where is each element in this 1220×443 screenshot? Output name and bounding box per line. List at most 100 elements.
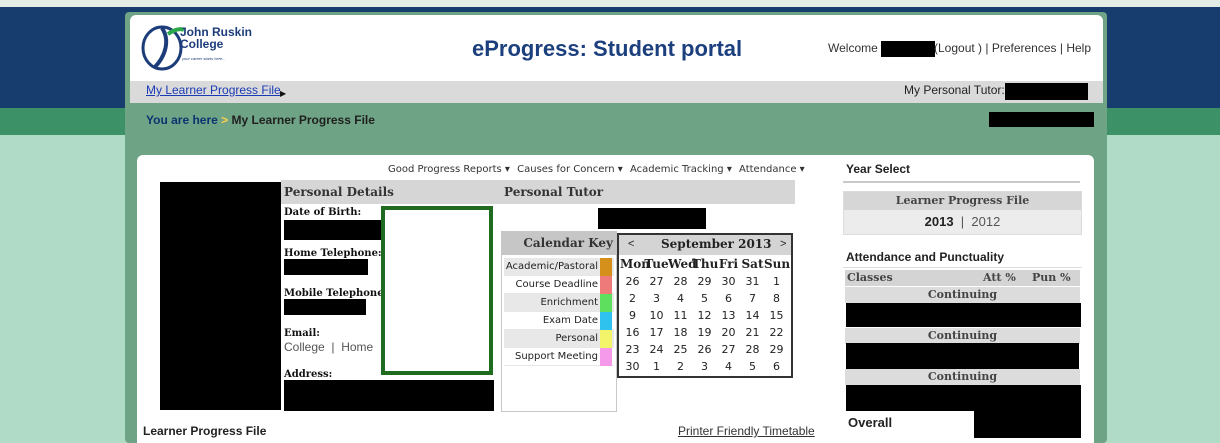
calendar-day[interactable]: 3	[644, 292, 669, 305]
email-links: College | Home	[284, 340, 373, 354]
attendance-overall-label: Overall	[848, 415, 893, 430]
my-learner-progress-file-link[interactable]: My Learner Progress File	[146, 83, 281, 97]
calendar-key-item: Personal	[504, 330, 614, 348]
calendar-key-label: Enrichment	[540, 297, 598, 308]
calendar-day[interactable]: 28	[668, 275, 693, 288]
calendar-day[interactable]: 26	[692, 343, 717, 356]
email-college-link[interactable]: College	[284, 340, 325, 354]
calendar-key-swatch	[600, 330, 612, 348]
calendar-key-label: Course Deadline	[515, 279, 598, 290]
calendar-day[interactable]: 5	[692, 292, 717, 305]
year-select-title: Year Select	[846, 162, 911, 176]
attendance-group-heading: Continuing	[845, 287, 1080, 303]
home-telephone-label: Home Telephone:	[284, 248, 382, 259]
calendar-day[interactable]: 26	[620, 275, 645, 288]
breadcrumb-prefix: You are here	[146, 113, 218, 127]
year-select-box-heading: Learner Progress File	[844, 192, 1081, 210]
calendar-day[interactable]: 1	[764, 275, 789, 288]
calendar-day[interactable]: 16	[620, 326, 645, 339]
col-att: Att %	[983, 271, 1016, 284]
logout-link[interactable]: (Logout )	[934, 41, 982, 55]
calendar-day[interactable]: 31	[740, 275, 765, 288]
mobile-telephone-label: Mobile Telephone	[284, 288, 384, 299]
calendar-key-swatch	[600, 348, 612, 366]
year-current[interactable]: 2013	[925, 214, 954, 229]
calendar-next-button[interactable]: >	[780, 238, 786, 250]
calendar-day[interactable]: 13	[716, 309, 741, 322]
calendar-key-label: Academic/Pastoral	[505, 261, 598, 272]
calendar-key-heading: Calendar Key	[501, 231, 617, 255]
personal-tutor-label: My Personal Tutor:	[904, 83, 1005, 97]
calendar-day[interactable]: 24	[644, 343, 669, 356]
calendar-day[interactable]: 21	[740, 326, 765, 339]
calendar-weekday: Fri	[718, 257, 739, 271]
top-strip	[0, 0, 1220, 7]
printer-friendly-timetable-link[interactable]: Printer Friendly Timetable	[678, 424, 815, 438]
calendar-day[interactable]: 1	[644, 360, 669, 373]
dob-label: Date of Birth:	[284, 207, 362, 218]
calendar-weekday: Sun	[764, 257, 791, 271]
calendar-weekday: Sat	[741, 257, 764, 271]
menu-good-progress-reports[interactable]: Good Progress Reports ▾	[388, 164, 510, 175]
calendar-day[interactable]: 4	[716, 360, 741, 373]
attendance-group-heading: Continuing	[845, 328, 1080, 344]
preferences-link[interactable]: Preferences	[992, 41, 1057, 55]
calendar-day[interactable]: 22	[764, 326, 789, 339]
menu-attendance[interactable]: Attendance ▾	[739, 164, 805, 175]
calendar-day[interactable]: 15	[764, 309, 789, 322]
personal-tutor-heading: Personal Tutor	[501, 180, 795, 204]
calendar-key-item: Enrichment	[504, 294, 614, 312]
calendar-prev-button[interactable]: <	[628, 238, 634, 250]
email-home-link[interactable]: Home	[341, 340, 373, 354]
attendance-table-header: Classes Att % Pun %	[845, 270, 1080, 286]
calendar-day[interactable]: 14	[740, 309, 765, 322]
breadcrumb: You are here > My Learner Progress File	[146, 113, 375, 127]
calendar-day[interactable]: 30	[716, 275, 741, 288]
calendar-key-swatch	[600, 276, 612, 294]
calendar-day[interactable]: 29	[764, 343, 789, 356]
calendar-key-item: Academic/Pastoral	[504, 258, 614, 276]
logo-tagline: your career starts here...	[182, 56, 226, 61]
calendar-day[interactable]: 7	[740, 292, 765, 305]
year-select-divider	[843, 181, 1080, 183]
help-link[interactable]: Help	[1066, 41, 1091, 55]
calendar-day[interactable]: 6	[716, 292, 741, 305]
redacted-username	[881, 41, 936, 57]
page-title: eProgress: Student portal	[472, 36, 743, 61]
redacted-attendance-row	[846, 385, 1081, 411]
calendar-day[interactable]: 23	[620, 343, 645, 356]
year-other[interactable]: 2012	[971, 214, 1000, 229]
calendar-day[interactable]: 30	[620, 360, 645, 373]
calendar-day[interactable]: 5	[740, 360, 765, 373]
calendar-day[interactable]: 25	[668, 343, 693, 356]
calendar-day[interactable]: 10	[644, 309, 669, 322]
calendar-day[interactable]: 27	[716, 343, 741, 356]
calendar-day[interactable]: 2	[668, 360, 693, 373]
calendar-day[interactable]: 3	[692, 360, 717, 373]
menu-causes-for-concern[interactable]: Causes for Concern ▾	[517, 164, 623, 175]
calendar-month-label: September 2013	[661, 237, 772, 251]
calendar-day[interactable]: 27	[644, 275, 669, 288]
menu-academic-tracking[interactable]: Academic Tracking ▾	[630, 164, 732, 175]
report-menu: Good Progress Reports ▾ Causes for Conce…	[388, 164, 809, 175]
student-photo-redacted	[160, 182, 281, 410]
calendar-day[interactable]: 8	[764, 292, 789, 305]
calendar-day[interactable]: 11	[668, 309, 693, 322]
top-links: (Logout ) | Preferences | Help	[934, 41, 1091, 55]
email-separator: |	[331, 340, 335, 354]
attendance-group-heading: Continuing	[845, 369, 1080, 385]
calendar-day[interactable]: 29	[692, 275, 717, 288]
calendar-day[interactable]: 19	[692, 326, 717, 339]
calendar-day[interactable]: 18	[668, 326, 693, 339]
calendar-day[interactable]: 28	[740, 343, 765, 356]
calendar-day[interactable]: 9	[620, 309, 645, 322]
calendar-day[interactable]: 17	[644, 326, 669, 339]
calendar-day[interactable]: 2	[620, 292, 645, 305]
attendance-divider	[843, 267, 1082, 268]
redacted-attendance-row	[846, 343, 1079, 370]
calendar-day[interactable]: 12	[692, 309, 717, 322]
calendar-day[interactable]: 6	[764, 360, 789, 373]
calendar-weekday: Tue	[644, 257, 669, 271]
calendar-day[interactable]: 20	[716, 326, 741, 339]
calendar-day[interactable]: 4	[668, 292, 693, 305]
